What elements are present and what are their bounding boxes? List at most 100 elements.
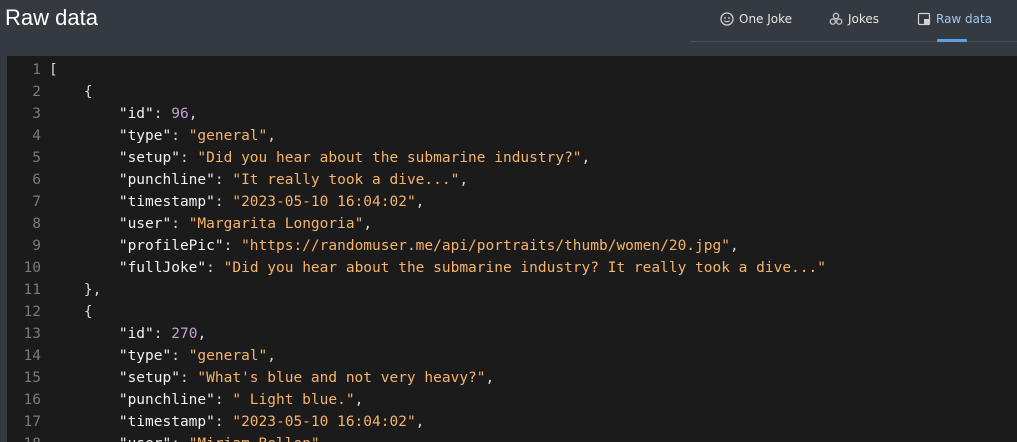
json-punctuation: , — [267, 128, 277, 144]
json-string: "general" — [188, 128, 268, 144]
code-text: "profilePic": "https://randomuser.me/api… — [49, 235, 739, 257]
line-number: 12 — [23, 304, 41, 320]
json-punctuation: , — [354, 392, 364, 408]
line-number: 8 — [32, 216, 41, 232]
json-key: "type" — [118, 348, 172, 364]
json-key: "setup" — [118, 150, 180, 166]
code-line: 15 "setup": "What's blue and not very he… — [7, 367, 1017, 389]
code-text: "timestamp": "2023-05-10 16:04:02", — [49, 191, 425, 213]
json-string: "What's blue and not very heavy?" — [197, 370, 486, 386]
json-punctuation: : — [171, 128, 189, 144]
tab-one-joke[interactable]: One Joke — [720, 11, 792, 27]
code-line: 10 "fullJoke": "Did you hear about the s… — [7, 257, 1017, 279]
code-text: "type": "general", — [49, 345, 276, 367]
json-string: " Light blue." — [232, 392, 355, 408]
json-number: 270 — [171, 326, 198, 342]
json-punctuation: , — [415, 194, 425, 210]
json-key: "timestamp" — [118, 414, 215, 430]
active-tab-indicator — [937, 39, 967, 42]
json-punctuation: , — [729, 238, 739, 254]
code-text: "setup": "What's blue and not very heavy… — [49, 367, 494, 389]
code-text: "punchline": "It really took a dive...", — [49, 169, 468, 191]
json-file-icon — [917, 12, 931, 26]
json-key: "punchline" — [118, 392, 215, 408]
json-punctuation: : — [214, 172, 233, 188]
json-punctuation: , — [581, 150, 591, 166]
line-number: 7 — [32, 194, 41, 210]
line-number: 6 — [32, 172, 41, 188]
json-punctuation: : — [153, 106, 172, 122]
view-tabs: One Joke Jokes Raw data — [691, 0, 1017, 42]
code-line: 14 "type": "general", — [7, 345, 1017, 367]
line-number: 2 — [32, 84, 41, 100]
line-number: 4 — [32, 128, 41, 144]
json-punctuation: , — [188, 106, 198, 122]
json-string: "It really took a dive..." — [232, 172, 460, 188]
json-string: "2023-05-10 16:04:02" — [232, 414, 416, 430]
json-key: "profilePic" — [118, 238, 224, 254]
json-key: "user" — [119, 436, 171, 442]
json-editor[interactable]: 1[2 {3 "id": 96, 4 "type": "general", 5 "s… — [7, 56, 1017, 442]
code-text: "timestamp": "2023-05-10 16:04:02", — [49, 411, 425, 433]
code-line: 9 "profilePic": "https://randomuser.me/a… — [7, 235, 1017, 257]
code-line: 2 { — [7, 81, 1017, 103]
json-punctuation: : — [223, 238, 242, 254]
joke-face-icon — [720, 12, 734, 26]
tab-label: Raw data — [936, 12, 993, 26]
code-line: 6 "punchline": "It really took a dive...… — [7, 169, 1017, 191]
json-string: "2023-05-10 16:04:02" — [232, 194, 416, 210]
line-number: 14 — [23, 348, 41, 364]
code-line: 7 "timestamp": "2023-05-10 16:04:02", — [7, 191, 1017, 213]
code-text: { — [49, 81, 93, 103]
json-string: "Did you hear about the submarine indust… — [223, 260, 826, 276]
json-punctuation: }, — [83, 282, 102, 298]
line-number: 13 — [23, 326, 41, 342]
json-key: "id" — [118, 326, 154, 342]
line-number: 16 — [23, 392, 41, 408]
json-punctuation: , — [485, 370, 495, 386]
code-text: "user": "Miriam Bellon", — [49, 433, 329, 442]
json-punctuation: [ — [49, 62, 58, 78]
json-punctuation: : — [171, 436, 188, 442]
json-punctuation: : — [214, 194, 233, 210]
code-line: 11 }, — [7, 279, 1017, 301]
json-punctuation: : — [179, 370, 198, 386]
json-key: "punchline" — [118, 172, 215, 188]
tab-label: One Joke — [739, 12, 793, 26]
json-string: "Did you hear about the submarine indust… — [197, 150, 582, 166]
line-number: 9 — [32, 238, 41, 254]
line-number: 1 — [32, 62, 41, 78]
tab-jokes[interactable]: Jokes — [829, 11, 879, 27]
tab-label: Jokes — [848, 12, 880, 26]
json-punctuation: : — [206, 260, 224, 276]
json-punctuation: : — [171, 216, 189, 232]
json-punctuation: : — [179, 150, 198, 166]
code-line: 16 "punchline": " Light blue.", — [7, 389, 1017, 411]
code-line: 5 "setup": "Did you hear about the subma… — [7, 147, 1017, 169]
json-string: "general" — [188, 348, 268, 364]
code-text: "setup": "Did you hear about the submari… — [49, 147, 590, 169]
page-title: Raw data — [5, 5, 98, 30]
code-text: }, — [49, 279, 101, 301]
json-key: "fullJoke" — [118, 260, 207, 276]
json-punctuation: , — [415, 414, 425, 430]
tab-raw-data[interactable]: Raw data — [917, 11, 992, 27]
json-key: "setup" — [118, 370, 180, 386]
line-number: 15 — [23, 370, 41, 386]
code-text: "id": 270, — [49, 323, 206, 345]
code-line: 1[ — [7, 59, 1017, 81]
json-punctuation: : — [214, 414, 233, 430]
json-punctuation: : — [214, 392, 233, 408]
json-punctuation: { — [83, 84, 93, 100]
line-number: 18 — [7, 433, 41, 442]
code-text: "punchline": " Light blue.", — [49, 389, 363, 411]
line-number: 17 — [23, 414, 41, 430]
code-line: 12 { — [7, 301, 1017, 323]
json-string: "Miriam Bellon" — [189, 436, 320, 442]
json-punctuation: : — [171, 348, 189, 364]
json-key: "timestamp" — [118, 194, 215, 210]
code-text: "type": "general", — [49, 125, 276, 147]
code-line: 18 "user": "Miriam Bellon", — [7, 433, 1017, 442]
code-line: 8 "user": "Margarita Longoria", — [7, 213, 1017, 235]
code-text: "id": 96, — [49, 103, 198, 125]
